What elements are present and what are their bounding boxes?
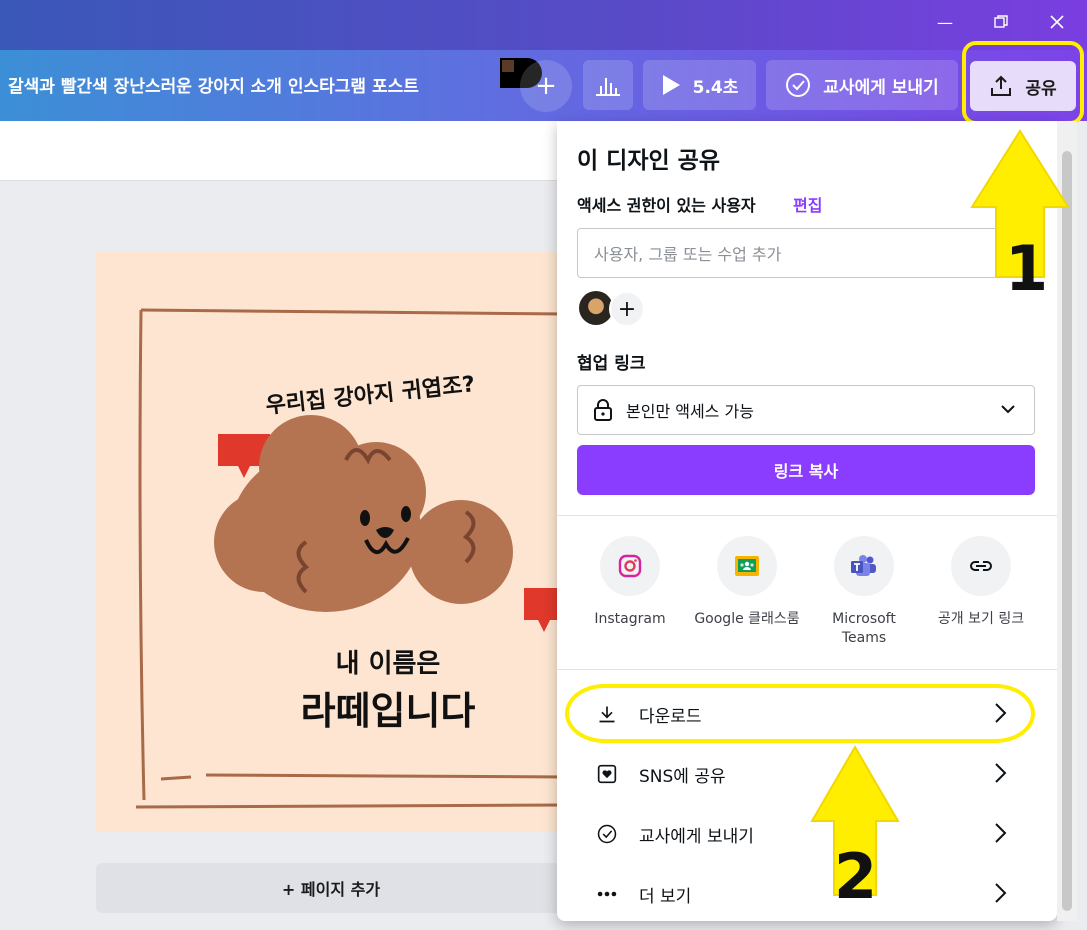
share-option-label: Microsoft Teams (832, 611, 896, 646)
share-option-label: Google 클래스룸 (694, 611, 800, 627)
close-icon[interactable] (1042, 10, 1072, 34)
chevron-right-icon (995, 763, 1007, 783)
collab-link-label: 협업 링크 (577, 354, 646, 374)
add-people-input[interactable]: 사용자, 그룹 또는 수업 추가 (577, 228, 1035, 278)
add-page-button[interactable]: + 페이지 추가 (96, 863, 566, 913)
document-title[interactable]: 갈색과 빨간색 장난스러운 강아지 소개 인스타그램 포스트 (8, 72, 419, 97)
link-icon (951, 536, 1011, 596)
edit-access-link[interactable]: 편집 (793, 192, 822, 216)
share-option-label: 공개 보기 링크 (937, 611, 1025, 627)
send-to-teacher-label: 교사에게 보내기 (823, 77, 939, 98)
chevron-down-icon (1001, 405, 1015, 414)
google-classroom-icon (717, 536, 777, 596)
check-circle-icon (577, 821, 617, 847)
row-sns-share[interactable]: SNS에 공유 (577, 745, 1035, 803)
send-to-teacher-button[interactable]: 교사에게 보내기 (766, 60, 958, 110)
minimize-icon[interactable]: — (930, 10, 960, 34)
access-label: 액세스 권한이 있는 사용자 (577, 196, 756, 215)
heart-icon (577, 762, 617, 786)
lock-icon (594, 399, 612, 421)
copy-link-button[interactable]: 링크 복사 (577, 445, 1035, 495)
step-1-label: 1 (1005, 232, 1049, 305)
maximize-icon[interactable] (986, 10, 1016, 34)
editor-toolbar (0, 121, 560, 181)
chevron-right-icon (995, 883, 1007, 903)
insights-button[interactable] (583, 60, 633, 110)
share-option-teams[interactable]: Microsoft Teams (809, 536, 919, 648)
access-select[interactable]: 본인만 액세스 가능 (577, 385, 1035, 435)
teams-icon (834, 536, 894, 596)
check-circle-icon (786, 73, 811, 97)
design-text-top: 우리집 강아지 귀엽조? (264, 372, 476, 419)
play-icon (662, 75, 680, 95)
share-option-instagram[interactable]: Instagram (575, 536, 685, 629)
row-label: SNS에 공유 (639, 766, 726, 787)
instagram-icon (600, 536, 660, 596)
row-label: 더 보기 (639, 886, 692, 907)
add-collaborator-button[interactable]: + (520, 60, 572, 112)
play-duration: 5.4초 (692, 77, 739, 98)
step-2-label: 2 (834, 840, 878, 913)
share-option-google-classroom[interactable]: Google 클래스룸 (692, 536, 802, 629)
row-label: 교사에게 보내기 (639, 826, 754, 847)
design-text-name-2: 라떼입니다 (301, 689, 476, 733)
share-option-public-link[interactable]: 공개 보기 링크 (926, 536, 1036, 629)
window-titlebar: — (0, 0, 1087, 50)
divider (557, 515, 1057, 516)
design-text-name-1: 내 이름은 (336, 649, 441, 679)
row-send-teacher[interactable]: 교사에게 보내기 (577, 805, 1035, 863)
design-page[interactable]: 우리집 강아지 귀엽조? 내 이름은 라떼입니다 (96, 252, 566, 832)
more-icon (577, 890, 617, 898)
add-person-button[interactable]: + (609, 291, 645, 327)
access-select-value: 본인만 액세스 가능 (626, 402, 754, 421)
chevron-right-icon (995, 823, 1007, 843)
highlight-share (962, 41, 1084, 125)
row-more[interactable]: 더 보기 (577, 865, 1035, 923)
divider (557, 669, 1057, 670)
user-avatar[interactable] (579, 291, 613, 325)
highlight-download (565, 684, 1035, 743)
share-panel-title: 이 디자인 공유 (577, 148, 720, 174)
share-option-label: Instagram (594, 611, 666, 627)
design-artwork: 우리집 강아지 귀엽조? 내 이름은 라떼입니다 (135, 308, 566, 809)
play-button[interactable]: 5.4초 (643, 60, 756, 110)
bar-chart-icon (596, 78, 620, 96)
